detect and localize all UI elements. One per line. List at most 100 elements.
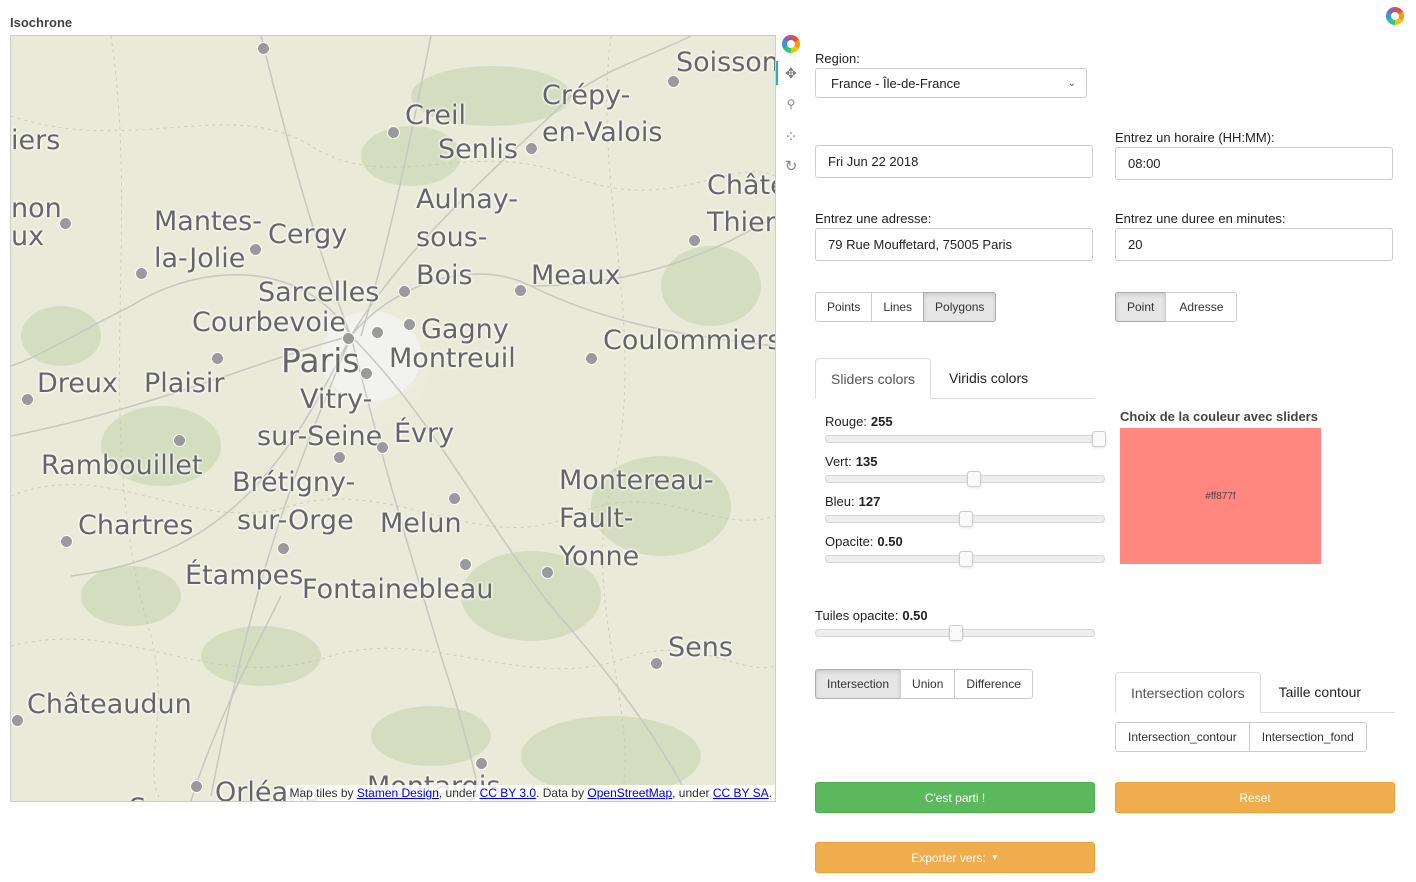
input-mode-button-group: Point Adresse [1115,292,1238,322]
map-city-label: sous- [416,222,488,253]
attribution-link[interactable]: Stamen Design [357,786,439,800]
map-city-marker [333,451,346,464]
export-dropdown-button[interactable]: Exporter vers: ▼ [815,842,1095,873]
tab-taille-contour[interactable]: Taille contour [1261,672,1377,712]
difference-button[interactable]: Difference [954,669,1033,699]
duration-input[interactable]: 20 [1115,228,1393,261]
date-picker[interactable]: Fri Jun 22 2018 [815,145,1093,178]
map-city-marker [360,367,373,380]
region-label: Region: [815,51,860,66]
region-select-value: France - Île-de-France [831,75,961,91]
map-city-label: Senlis [438,134,518,165]
vert-slider-handle[interactable] [966,471,981,487]
map-city-label: Fontainebleau [302,574,494,605]
map-city-label: Yonne [559,541,640,572]
map-city-label: Creil [405,100,466,131]
map-city-label: Mantes- [154,206,262,237]
map-city-label: Châteat [707,170,775,201]
opacite-slider-label: Opacite: 0.50 [825,534,903,549]
intersection-color-button-group: Intersection_contour Intersection_fond [1115,722,1367,752]
attribution-link[interactable]: CC BY SA [713,786,769,800]
map-city-label: Dreux [37,368,118,399]
map-attribution: Map tiles by Stamen Design, under CC BY … [286,785,775,801]
point-mode-button[interactable]: Point [1115,292,1167,322]
reset-tool-icon[interactable]: ↻ [780,157,802,175]
map-city-label: Thierry [707,207,776,238]
map-city-marker [21,393,34,406]
attribution-link[interactable]: CC BY 3.0 [480,786,536,800]
go-button[interactable]: C'est parti ! [815,782,1095,813]
map-city-marker [387,126,400,139]
address-input[interactable]: 79 Rue Mouffetard, 75005 Paris [815,228,1093,261]
map-city-label: Gagny [421,314,509,345]
map-city-label: Sarcelles [258,277,380,308]
bleu-slider-handle[interactable] [959,511,973,527]
intersection-button[interactable]: Intersection [815,669,902,699]
bleu-slider[interactable] [825,511,1105,527]
map-city-marker [135,267,148,280]
tab-intersection-colors[interactable]: Intersection colors [1115,672,1261,713]
map-city-marker [190,780,203,793]
map-city-label: iers [11,125,61,156]
points-button[interactable]: Points [815,292,873,322]
map-background [11,36,775,801]
union-button[interactable]: Union [900,669,956,699]
map-city-marker [376,441,389,454]
tab-sliders-colors[interactable]: Sliders colors [815,358,932,399]
opacite-slider-handle[interactable] [959,551,973,567]
map-city-marker [398,285,411,298]
polygons-button[interactable]: Polygons [923,292,997,322]
geometry-button-group: Points Lines Polygons [815,292,997,322]
map-city-marker [667,75,680,88]
map-city-label: la-Jolie [154,243,246,274]
map-city-label: Saran [129,795,207,801]
rouge-slider-handle[interactable] [1092,431,1106,447]
box-select-tool-icon[interactable]: ⁘ [780,127,802,147]
map-city-label: Aulnay- [416,184,518,215]
map-city-marker [448,492,461,505]
intersection-contour-button[interactable]: Intersection_contour [1115,722,1250,752]
map-city-label: Paris [281,341,360,380]
map-city-label: non [11,193,62,224]
region-select[interactable]: France - Île-de-France ⌄ [815,68,1087,98]
map-city-label: Crépy- [542,80,631,111]
map-city-label: Rambouillet [41,450,203,481]
adresse-mode-button[interactable]: Adresse [1165,292,1238,322]
color-tabs: Sliders colors Viridis colors [815,358,1095,399]
map-city-marker [59,217,72,230]
pan-tool-icon[interactable]: ✥ [780,65,802,82]
bleu-slider-label: Bleu: 127 [825,494,881,509]
tab-viridis-colors[interactable]: Viridis colors [931,358,1043,398]
tiles-opacity-label: Tuiles opacite: 0.50 [815,608,928,623]
active-tool-indicator [776,61,778,85]
intersection-fond-button[interactable]: Intersection_fond [1248,722,1367,752]
bokeh-logo-icon[interactable] [1386,7,1404,25]
map-city-label: sur-Seine [257,421,383,452]
address-label: Entrez une adresse: [815,211,932,226]
attribution-link[interactable]: OpenStreetMap [587,786,672,800]
tiles-opacity-slider[interactable] [815,625,1095,641]
rouge-slider[interactable] [825,431,1106,447]
map-city-marker [173,434,186,447]
intersection-tabs: Intersection colors Taille contour [1115,672,1395,713]
map-city-marker [211,352,224,365]
opacite-slider[interactable] [825,551,1105,567]
vert-slider[interactable] [825,471,1105,487]
wheel-zoom-tool-icon[interactable]: ⚲ [780,97,802,111]
map-city-marker [541,566,554,579]
bokeh-toolbar-logo-icon[interactable] [782,35,800,53]
reset-button[interactable]: Reset [1115,782,1395,813]
map-city-label: Montereau- [559,465,714,496]
map-city-marker [585,352,598,365]
time-input[interactable]: 08:00 [1115,147,1393,180]
map-city-label: Bois [416,260,473,291]
lines-button[interactable]: Lines [871,292,925,322]
map-city-marker [475,757,488,770]
map-city-marker [60,535,73,548]
map-city-label: Évry [394,418,455,449]
map-city-marker [514,284,527,297]
map-panel[interactable]: Soissons Crépy-en-Valois CreilSenlis iers Ch… [10,35,776,802]
tiles-opacity-slider-handle[interactable] [949,625,963,641]
map-city-label: Soissons [676,47,775,78]
map-city-marker [342,332,355,345]
